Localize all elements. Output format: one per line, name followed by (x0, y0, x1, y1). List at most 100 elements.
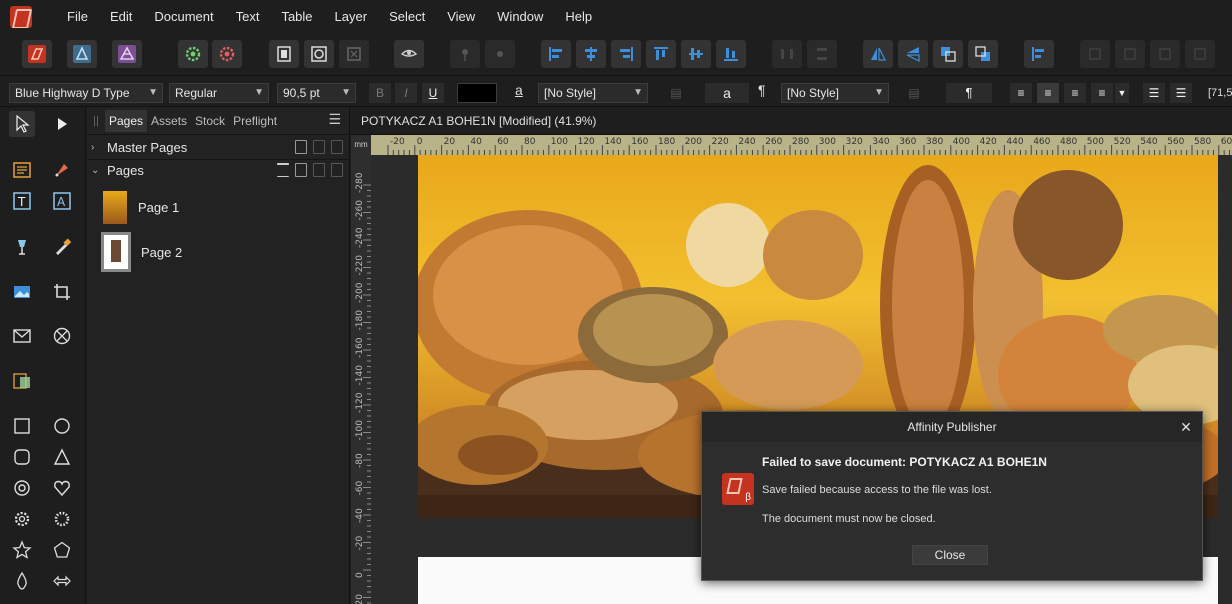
dialog-close-icon[interactable]: ✕ (1178, 412, 1194, 442)
tab-stock[interactable]: Stock (191, 110, 229, 132)
menu-document[interactable]: Document (143, 0, 224, 34)
font-family-select[interactable]: Blue Highway D Type ▼ (9, 83, 163, 103)
numbered-list-button[interactable]: ☰ (1170, 83, 1192, 103)
fill-tool-icon[interactable] (9, 234, 35, 260)
dialog-close-button[interactable]: Close (912, 545, 988, 565)
view-mode-clip-button[interactable] (339, 40, 369, 68)
page-arrange-icon[interactable] (277, 163, 289, 177)
add-master-page-icon[interactable] (295, 140, 307, 154)
horizontal-ruler[interactable]: -20 0 20 40 60 80 100 120 140 160 180 200 220 240 260 2… (371, 135, 1232, 155)
pin-button[interactable] (450, 40, 480, 68)
rectangle-tool-icon[interactable] (9, 413, 35, 439)
settings-gear-button[interactable] (178, 40, 208, 68)
menu-layer[interactable]: Layer (324, 0, 379, 34)
font-size-field[interactable]: 90,5 pt ▼ (277, 83, 356, 103)
chevron-down-icon[interactable]: ▼ (1115, 83, 1129, 103)
duplicate-master-page-icon[interactable] (313, 140, 325, 154)
ellipse-tool-icon[interactable] (49, 413, 75, 439)
menu-help[interactable]: Help (554, 0, 603, 34)
align-text-left-button[interactable]: ≡ (1010, 83, 1032, 103)
photo-persona-button[interactable] (112, 40, 142, 68)
flip-vertical-button[interactable] (898, 40, 928, 68)
publisher-persona-button[interactable] (22, 40, 52, 68)
menu-text[interactable]: Text (225, 0, 271, 34)
clear-paragraph-format-icon[interactable]: ▤ (901, 83, 927, 103)
menu-edit[interactable]: Edit (99, 0, 143, 34)
align-top-button[interactable] (646, 40, 676, 68)
delete-master-page-icon[interactable] (331, 140, 343, 154)
bold-button[interactable]: B (369, 83, 391, 103)
preflight-button[interactable] (212, 40, 242, 68)
italic-button[interactable]: I (395, 83, 417, 103)
menu-file[interactable]: File (56, 0, 99, 34)
view-mode-bleed-button[interactable] (304, 40, 334, 68)
arrange-back-button[interactable] (968, 40, 998, 68)
menu-select[interactable]: Select (378, 0, 436, 34)
align-middle-button[interactable] (681, 40, 711, 68)
align-left-button[interactable] (541, 40, 571, 68)
flip-horizontal-button[interactable] (863, 40, 893, 68)
toolbar-dim-button-3[interactable] (1150, 40, 1180, 68)
tear-tool-icon[interactable] (9, 568, 35, 594)
add-page-icon[interactable] (295, 163, 307, 177)
tab-preflight[interactable]: Preflight (229, 110, 281, 132)
align-text-right-button[interactable]: ≡ (1064, 83, 1086, 103)
bullet-list-button[interactable]: ☰ (1143, 83, 1165, 103)
pages-section[interactable]: ⌄ Pages (87, 160, 349, 182)
character-style-button[interactable]: a (705, 83, 749, 103)
toolbar-dim-button-4[interactable] (1185, 40, 1215, 68)
distribute-horizontal-button[interactable] (772, 40, 802, 68)
align-text-center-button[interactable]: ≡ (1037, 83, 1059, 103)
placeholder-frame-tool-icon[interactable] (9, 323, 35, 349)
menu-table[interactable]: Table (270, 0, 323, 34)
node-tool-icon[interactable] (49, 111, 75, 137)
ellipse-frame-tool-icon[interactable] (49, 323, 75, 349)
paragraph-style-select[interactable]: [No Style] ▼ (781, 83, 889, 103)
double-arrow-tool-icon[interactable] (49, 568, 75, 594)
align-bottom-button[interactable] (716, 40, 746, 68)
frame-text-tool-icon[interactable] (9, 157, 35, 183)
panel-menu-icon[interactable]: ☰ (328, 111, 341, 128)
justify-text-button[interactable]: ≡ (1091, 83, 1113, 103)
snapping-button[interactable] (1024, 40, 1054, 68)
view-mode-normal-button[interactable] (269, 40, 299, 68)
menu-view[interactable]: View (436, 0, 486, 34)
heart-tool-icon[interactable] (49, 475, 75, 501)
pentagon-tool-icon[interactable] (49, 537, 75, 563)
triangle-tool-icon[interactable] (49, 444, 75, 470)
delete-page-icon[interactable] (331, 163, 343, 177)
pen-tool-icon[interactable] (49, 157, 75, 183)
page-thumbnail-item-2[interactable]: Page 2 (101, 232, 182, 272)
text-color-swatch[interactable] (457, 83, 497, 103)
arrange-forward-button[interactable] (933, 40, 963, 68)
crop-tool-icon[interactable] (49, 279, 75, 305)
duplicate-page-icon[interactable] (313, 163, 325, 177)
tab-pages[interactable]: Pages (105, 109, 148, 132)
menu-window[interactable]: Window (486, 0, 554, 34)
distribute-vertical-button[interactable] (807, 40, 837, 68)
picture-frame-tool-icon[interactable] (9, 279, 35, 305)
preview-eye-button[interactable] (394, 40, 424, 68)
align-right-button[interactable] (611, 40, 641, 68)
cog-tool-icon[interactable] (9, 506, 35, 532)
master-pages-section[interactable]: › Master Pages (87, 137, 349, 159)
underline-button[interactable]: U (422, 83, 444, 103)
font-style-select[interactable]: Regular ▼ (169, 83, 269, 103)
page-thumbnail-item-1[interactable]: Page 1 (101, 187, 179, 227)
star-burst-tool-icon[interactable] (49, 506, 75, 532)
donut-tool-icon[interactable] (9, 475, 35, 501)
designer-persona-button[interactable] (67, 40, 97, 68)
clear-character-format-icon[interactable]: ▤ (663, 83, 689, 103)
table-text-tool-icon[interactable]: T (9, 188, 35, 214)
toolbar-dim-button-1[interactable] (1080, 40, 1110, 68)
vertical-ruler[interactable]: -280 -260 -240 -220 -200 -180 -160 -140 -120 -100… (351, 155, 371, 604)
anchor-button[interactable] (485, 40, 515, 68)
move-tool-icon[interactable] (9, 111, 35, 137)
artistic-text-tool-icon[interactable]: A (49, 188, 75, 214)
tab-assets[interactable]: Assets (147, 110, 191, 132)
document-tab-title[interactable]: POTYKACZ A1 BOHE1N [Modified] (41.9%) (351, 107, 1232, 135)
align-center-button[interactable] (576, 40, 606, 68)
rounded-rectangle-tool-icon[interactable] (9, 444, 35, 470)
toolbar-dim-button-2[interactable] (1115, 40, 1145, 68)
color-picker-tool-icon[interactable] (49, 234, 75, 260)
